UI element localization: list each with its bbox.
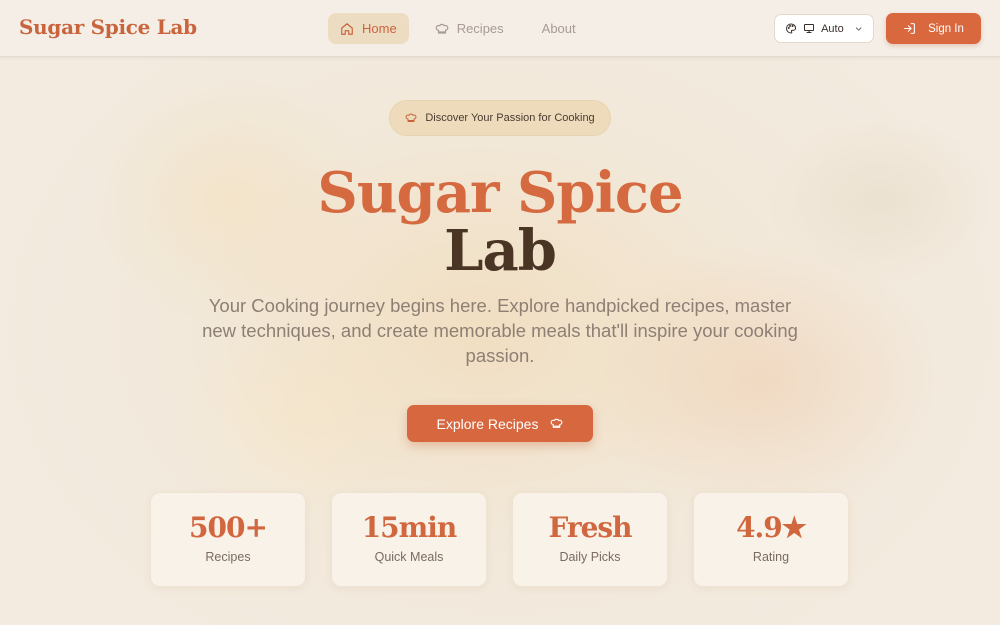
theme-select-value: Auto <box>821 22 844 35</box>
stat-card-recipes: 500+ Recipes <box>150 492 306 587</box>
home-icon <box>341 22 353 35</box>
chef-hat-icon <box>435 23 449 34</box>
palette-icon <box>786 23 797 34</box>
stat-value: 15min <box>361 511 458 544</box>
stat-label: Recipes <box>205 550 251 564</box>
stat-value: 4.9★ <box>736 511 807 544</box>
nav-item-about[interactable]: About <box>530 13 588 44</box>
main-nav: Home Recipes About <box>328 13 602 44</box>
nav-item-label: Home <box>362 21 397 36</box>
stat-card-quick-meals: 15min Quick Meals <box>331 492 487 587</box>
stat-label: Quick Meals <box>374 550 444 564</box>
nav-item-recipes[interactable]: Recipes <box>423 13 516 44</box>
hero-title-line1: Sugar Spice <box>317 160 683 226</box>
chef-hat-icon <box>405 113 417 122</box>
hero-subtitle: Your Cooking journey begins here. Explor… <box>202 295 798 366</box>
top-navbar: Sugar Spice Lab Home Recipes About Auto … <box>0 0 1000 57</box>
sign-in-label: Sign In <box>928 22 964 35</box>
site-logo[interactable]: Sugar Spice Lab <box>19 15 197 39</box>
theme-select[interactable]: Auto <box>774 14 874 43</box>
login-icon <box>904 23 916 34</box>
explore-recipes-button[interactable]: Explore Recipes <box>407 405 593 442</box>
nav-item-home[interactable]: Home <box>328 13 409 44</box>
stat-label: Rating <box>752 550 790 564</box>
chevron-down-icon <box>855 26 862 31</box>
monitor-icon <box>804 23 815 34</box>
stat-value: Fresh <box>548 511 632 544</box>
sign-in-button[interactable]: Sign In <box>886 13 981 44</box>
stat-value: 500+ <box>189 511 268 544</box>
stat-card-rating: 4.9★ Rating <box>693 492 849 587</box>
stat-label: Daily Picks <box>559 550 621 564</box>
hero-title-line2: Lab <box>444 218 557 284</box>
hero-badge: Discover Your Passion for Cooking <box>389 100 611 136</box>
explore-recipes-label: Explore Recipes <box>436 415 539 432</box>
chef-hat-icon <box>551 418 563 428</box>
nav-item-label: About <box>541 21 576 36</box>
nav-item-label: Recipes <box>456 21 504 36</box>
stat-card-daily-picks: Fresh Daily Picks <box>512 492 668 587</box>
hero-badge-text: Discover Your Passion for Cooking <box>425 112 595 124</box>
